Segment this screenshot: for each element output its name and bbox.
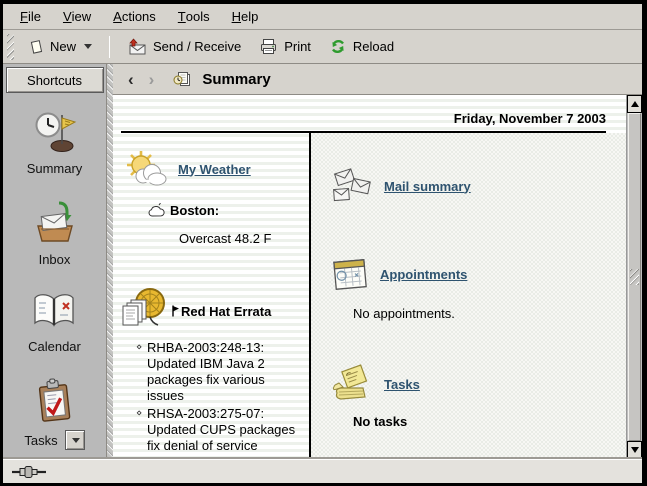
arrow-up-icon xyxy=(631,101,639,107)
summary-columns: My Weather Boston: xyxy=(121,133,626,459)
menu-help[interactable]: Help xyxy=(221,4,270,29)
shortcuts-group-button[interactable]: Shortcuts xyxy=(6,67,104,93)
reload-button[interactable]: Reload xyxy=(321,34,402,59)
evolution-window: FileViewActionsToolsHelp New Send / Rece… xyxy=(0,0,647,486)
mail-envelopes-icon xyxy=(329,165,375,207)
content-row: Friday, November 7 2003 xyxy=(113,95,642,459)
statusbar xyxy=(3,459,642,483)
toolbar-separator xyxy=(109,36,110,58)
sidebar-item-tasks[interactable]: Tasks xyxy=(24,378,84,450)
errata-section-header: Red Hat Errata xyxy=(121,286,301,336)
arrow-down-icon xyxy=(631,447,639,453)
toolbar-grip[interactable] xyxy=(7,34,14,60)
menu-actions[interactable]: Actions xyxy=(102,4,167,29)
no-tasks-text: No tasks xyxy=(353,414,626,429)
right-column: Mail summary xyxy=(311,133,626,459)
sidebar-item-label: Tasks xyxy=(24,433,57,448)
sidebar-item-summary[interactable]: Summary xyxy=(27,109,83,176)
new-document-icon xyxy=(28,39,44,55)
summary-clock-icon xyxy=(32,109,78,155)
tasks-clipboard-icon xyxy=(32,378,76,424)
print-label: Print xyxy=(284,39,311,54)
print-icon xyxy=(259,38,278,55)
summary-date: Friday, November 7 2003 xyxy=(121,111,606,126)
appointments-calendar-icon xyxy=(329,253,371,295)
summary-content: Friday, November 7 2003 xyxy=(113,95,626,459)
inbox-tray-icon xyxy=(32,200,78,246)
vertical-scrollbar xyxy=(626,95,642,459)
sidebar-item-calendar[interactable]: Calendar xyxy=(28,291,81,354)
menu-tools[interactable]: Tools xyxy=(167,4,221,29)
errata-item: RHBA-2003:248-13: Updated IBM Java 2 pac… xyxy=(147,340,301,404)
summary-folder-icon xyxy=(172,71,191,88)
reload-icon xyxy=(329,38,347,55)
weather-city: Boston: xyxy=(170,203,219,218)
chevron-down-icon xyxy=(84,44,92,49)
tasks-section-header: Tasks xyxy=(329,363,626,405)
appointments-link[interactable]: Appointments xyxy=(380,267,467,282)
errata-item: RHSA-2003:275-07: Updated CUPS packages … xyxy=(147,406,301,454)
body: Shortcuts Summary xyxy=(3,64,642,459)
shortcut-combo-button[interactable] xyxy=(65,430,85,450)
flag-icon xyxy=(172,305,179,317)
send-receive-button[interactable]: Send / Receive xyxy=(119,34,249,59)
toolbar: New Send / Receive xyxy=(3,30,642,64)
weather-section-header: My Weather xyxy=(123,149,301,189)
folder-header: ‹ › Summary xyxy=(113,64,642,95)
errata-papers-icon xyxy=(121,286,169,336)
new-button[interactable]: New xyxy=(20,35,100,59)
date-wrap: Friday, November 7 2003 xyxy=(113,95,626,133)
back-button[interactable]: ‹ xyxy=(125,71,137,88)
send-receive-label: Send / Receive xyxy=(153,39,241,54)
menubar: FileViewActionsToolsHelp xyxy=(3,4,642,30)
errata-list: RHBA-2003:248-13: Updated IBM Java 2 pac… xyxy=(123,340,301,454)
cloud-glyph-icon xyxy=(147,203,165,218)
sidebar-item-label: Inbox xyxy=(39,252,71,267)
weather-condition: Overcast 48.2 F xyxy=(179,231,301,246)
shortcuts-sidebar: Shortcuts Summary xyxy=(3,64,107,459)
left-column: My Weather Boston: xyxy=(121,133,311,459)
sidebar-item-inbox[interactable]: Inbox xyxy=(32,200,78,267)
online-status-plug-icon[interactable] xyxy=(12,465,48,479)
main-pane: ‹ › Summary Friday, xyxy=(113,64,642,459)
menu-file[interactable]: File xyxy=(9,4,52,29)
mail-summary-link[interactable]: Mail summary xyxy=(384,179,471,194)
chevron-down-icon xyxy=(72,438,80,443)
no-appointments-text: No appointments. xyxy=(353,306,626,321)
scroll-up-button[interactable] xyxy=(627,95,642,113)
folder-title: Summary xyxy=(202,71,270,88)
new-button-label: New xyxy=(50,39,76,54)
appointments-section-header: Appointments xyxy=(329,253,626,295)
forward-button[interactable]: › xyxy=(146,71,158,88)
sidebar-item-label: Calendar xyxy=(28,339,81,354)
errata-title-row: Red Hat Errata xyxy=(172,304,271,319)
reload-label: Reload xyxy=(353,39,394,54)
scroll-down-button[interactable] xyxy=(627,441,642,459)
weather-city-row: Boston: xyxy=(147,203,301,218)
send-receive-icon xyxy=(127,38,147,55)
weather-sun-cloud-icon xyxy=(123,149,169,189)
tasks-notes-icon xyxy=(329,363,375,405)
weather-link[interactable]: My Weather xyxy=(178,162,251,177)
tasks-row: Tasks xyxy=(24,430,84,450)
errata-title[interactable]: Red Hat Errata xyxy=(181,304,271,319)
calendar-book-icon xyxy=(30,291,78,333)
tasks-link[interactable]: Tasks xyxy=(384,377,420,392)
scrollbar-thumb[interactable] xyxy=(628,113,641,441)
menu-view[interactable]: View xyxy=(52,4,102,29)
sidebar-item-label: Summary xyxy=(27,161,83,176)
print-button[interactable]: Print xyxy=(251,34,319,59)
mail-section-header: Mail summary xyxy=(329,165,626,207)
